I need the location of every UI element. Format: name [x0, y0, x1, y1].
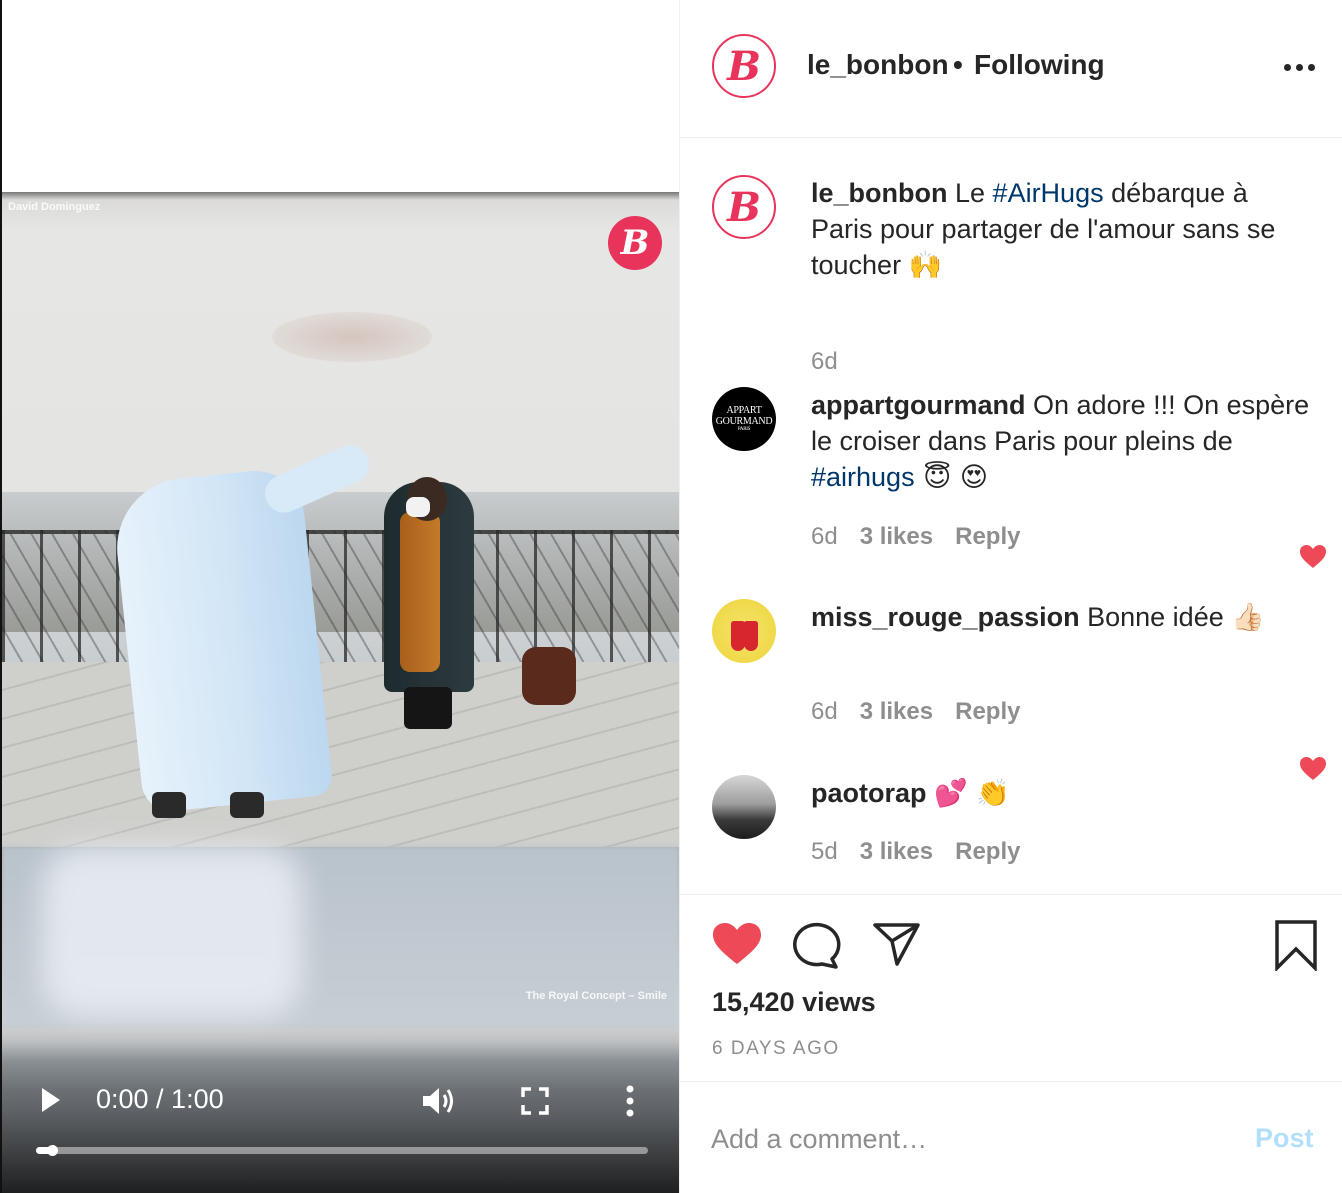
comment-hashtag[interactable]: #airhugs: [811, 462, 915, 492]
comment-text: paotorap 💕 👏: [811, 775, 1311, 812]
commenter-avatar[interactable]: [712, 775, 776, 839]
comment-likes[interactable]: 3 likes: [860, 698, 933, 725]
video-blurred-figure: [42, 847, 302, 1017]
video-credit-watermark: David Dominguez: [8, 201, 101, 213]
commenter-avatar[interactable]: [712, 599, 776, 663]
heart-icon[interactable]: [711, 921, 763, 967]
comment-likes[interactable]: 3 likes: [860, 838, 933, 865]
avatar-logo-line: GOURMAND: [715, 416, 773, 427]
comment-text: miss_rouge_passion Bonne idée 👍🏻: [811, 599, 1311, 636]
comment-emoji: 😇 😍: [914, 462, 989, 493]
reply-button[interactable]: Reply: [955, 698, 1020, 725]
video-person-scarf: [400, 512, 440, 672]
comment-body: [927, 778, 935, 808]
avatar-shoe: [731, 621, 745, 651]
heart-icon[interactable]: [1299, 544, 1327, 570]
caption-avatar[interactable]: B: [712, 175, 776, 239]
fullscreen-icon[interactable]: [520, 1086, 550, 1116]
avatar-logo-line: APPART: [726, 405, 762, 416]
avatar-shoe: [744, 621, 758, 651]
follow-status-button[interactable]: Following: [974, 49, 1105, 81]
volume-icon[interactable]: [420, 1084, 458, 1118]
comment-time[interactable]: 5d: [811, 838, 838, 865]
video-pavement: [2, 662, 679, 847]
add-comment-bar: Post: [680, 1083, 1342, 1193]
caption-meta: 6d: [811, 348, 860, 376]
brand-logo-badge: B: [608, 216, 662, 270]
video-costume-feet: [152, 792, 272, 822]
comment-meta: 5d 3 likes Reply: [811, 838, 1042, 866]
reply-button[interactable]: Reply: [955, 523, 1020, 550]
post-header: B le_bonbon • Following: [680, 0, 1342, 138]
comment-body: Bonne idée: [1079, 602, 1232, 632]
comment-meta: 6d 3 likes Reply: [811, 698, 1042, 726]
comment-icon[interactable]: [792, 921, 842, 969]
video-top-shade: [2, 192, 679, 200]
more-horizontal-icon[interactable]: [1282, 52, 1316, 82]
bookmark-icon[interactable]: [1274, 919, 1318, 973]
comment-text: appartgourmand On adore !!! On espère le…: [811, 387, 1311, 496]
comment-likes[interactable]: 3 likes: [860, 523, 933, 550]
video-controls: 0:00 / 1:00: [2, 1022, 679, 1193]
caption-text: le_bonbon Le #AirHugs débarque à Paris p…: [811, 175, 1311, 284]
author-username[interactable]: le_bonbon: [807, 49, 949, 81]
comment-username[interactable]: paotorap: [811, 778, 927, 808]
comment-time[interactable]: 6d: [811, 698, 838, 725]
caption-emoji: 🙌: [908, 250, 943, 281]
author-avatar[interactable]: B: [712, 34, 776, 98]
video-time: 0:00 / 1:00: [96, 1084, 224, 1114]
video-person-mask: [406, 497, 430, 517]
share-icon[interactable]: [872, 921, 922, 967]
video-person-legs: [404, 687, 452, 729]
more-vertical-icon[interactable]: [621, 1084, 639, 1118]
comment-username[interactable]: appartgourmand: [811, 390, 1026, 420]
post-actions: 15,420 views 6 DAYS AGO: [680, 894, 1342, 1082]
video-pane: David Dominguez The Royal Concept – Smil…: [0, 0, 679, 1193]
comment-time[interactable]: 6d: [811, 523, 838, 550]
caption-body-start: Le: [947, 178, 993, 208]
reply-button[interactable]: Reply: [955, 838, 1020, 865]
comments-list[interactable]: B le_bonbon Le #AirHugs débarque à Paris…: [680, 139, 1342, 893]
caption-hashtag[interactable]: #AirHugs: [993, 178, 1104, 208]
video-railing: [2, 530, 679, 665]
video-seek-handle[interactable]: [47, 1145, 59, 1156]
comment-username[interactable]: miss_rouge_passion: [811, 602, 1080, 632]
header-separator: •: [953, 49, 963, 80]
comment-meta: 6d 3 likes Reply: [811, 523, 1042, 551]
view-count[interactable]: 15,420 views: [712, 987, 876, 1018]
video-blur-overlay: [272, 312, 432, 362]
post-timestamp[interactable]: 6 DAYS AGO: [712, 1038, 840, 1060]
video-seek-bar[interactable]: [36, 1145, 648, 1156]
commenter-avatar[interactable]: APPART GOURMAND PARIS: [712, 387, 776, 451]
comment-emoji: 👍🏻: [1231, 602, 1265, 633]
video-backpack: [522, 647, 576, 705]
video-music-watermark: The Royal Concept – Smile: [525, 990, 667, 1002]
comment-input[interactable]: [711, 1119, 1231, 1159]
avatar-logo-line: PARIS: [737, 427, 751, 432]
caption-time[interactable]: 6d: [811, 348, 838, 375]
post-side-panel: B le_bonbon • Following B le_bonbon Le #…: [679, 0, 1342, 1193]
play-icon[interactable]: [38, 1085, 64, 1115]
video-costume-figure: [110, 465, 334, 815]
post-comment-button[interactable]: Post: [1255, 1123, 1314, 1154]
comment-emoji: 💕 👏: [934, 778, 1010, 809]
caption-username[interactable]: le_bonbon: [811, 178, 948, 208]
